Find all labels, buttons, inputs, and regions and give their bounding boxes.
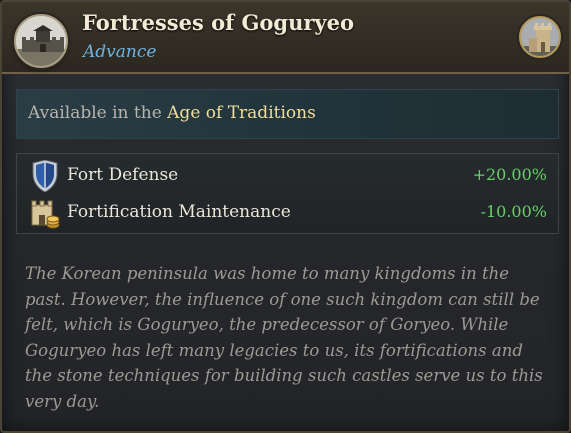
availability-prefix: Available in the	[28, 103, 168, 123]
advance-title: Fortresses of Goguryeo	[82, 10, 354, 35]
effect-value: +20.00%	[472, 165, 547, 184]
effect-label: Fortification Maintenance	[67, 202, 291, 222]
availability-text: Available in the Age of Traditions	[28, 103, 316, 123]
effect-row-fortification-maintenance: Fortification Maintenance -10.00%	[17, 197, 560, 229]
fort-maintenance-icon	[30, 197, 60, 229]
effect-label: Fort Defense	[67, 165, 179, 185]
advance-tooltip: Fortresses of Goguryeo Advance Available…	[0, 0, 571, 433]
effect-row-fort-defense: Fort Defense +20.00%	[17, 159, 560, 193]
tooltip-header: Fortresses of Goguryeo Advance	[2, 2, 569, 74]
effects-list: Fort Defense +20.00% Fortification Maint…	[16, 153, 559, 234]
fortress-wall-icon	[14, 14, 68, 68]
flavor-description: The Korean peninsula was home to many ki…	[25, 264, 543, 411]
age-name: Age of Traditions	[167, 103, 316, 123]
stone-tower-icon	[519, 16, 561, 58]
effect-value: -10.00%	[480, 202, 547, 221]
availability-banner: Available in the Age of Traditions	[16, 89, 559, 139]
advance-type-label: Advance	[83, 42, 157, 62]
shield-icon	[30, 159, 60, 193]
